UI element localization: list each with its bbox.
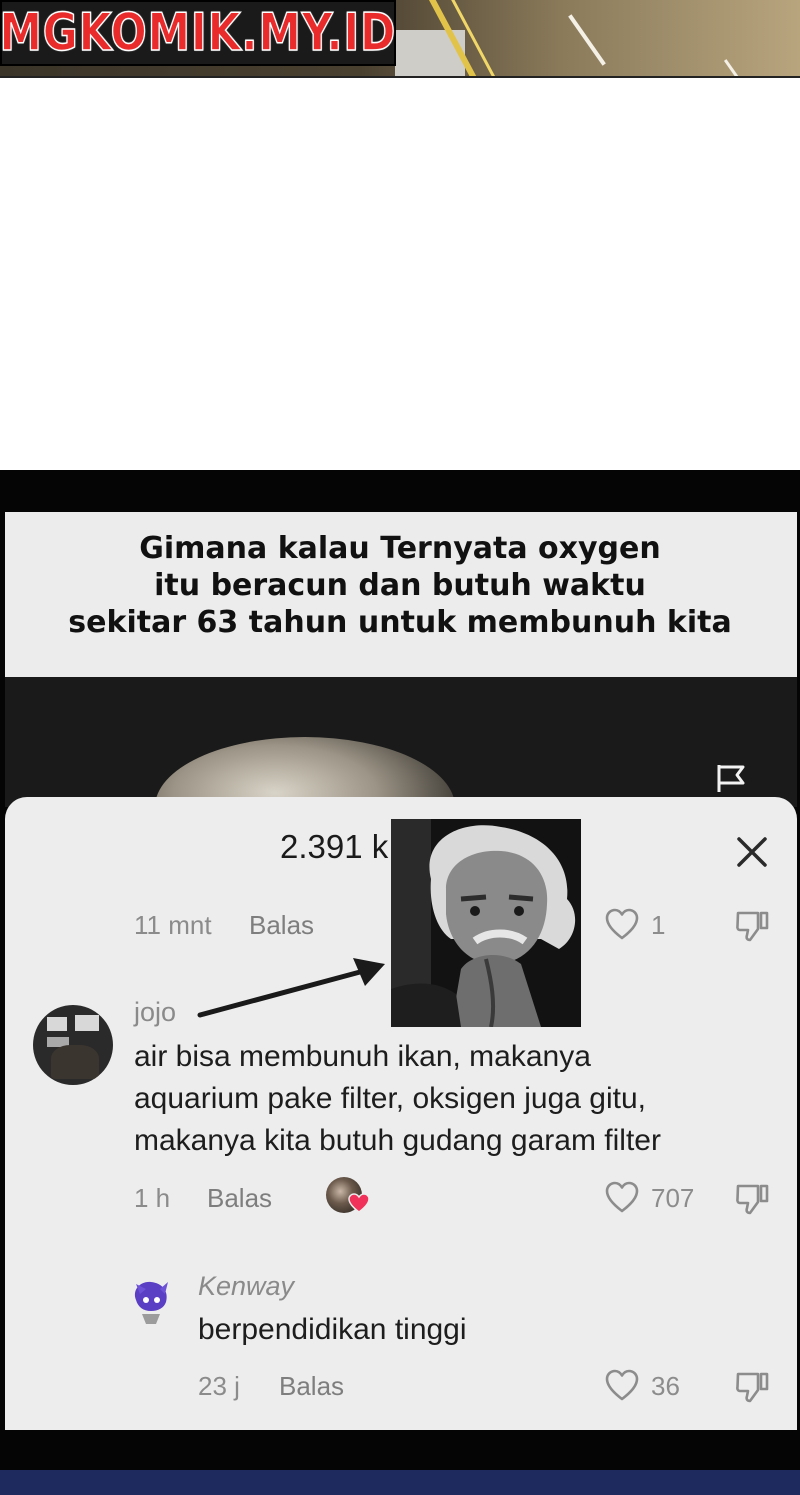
meme-title: Gimana kalau Ternyata oxygen itu beracun… <box>68 531 732 640</box>
comment-username[interactable]: Kenway <box>198 1271 294 1302</box>
avatar[interactable] <box>130 1278 172 1326</box>
watermark-logo: MGKOMIK.MY.ID <box>0 0 396 66</box>
reply-button[interactable]: Balas <box>207 1183 272 1214</box>
thumbs-down-icon[interactable] <box>734 1368 770 1404</box>
like-count: 707 <box>651 1183 695 1213</box>
reply-button[interactable]: Balas <box>249 910 314 941</box>
thumbs-down-icon[interactable] <box>734 907 770 943</box>
heart-icon[interactable] <box>604 907 640 941</box>
heart-icon[interactable] <box>604 1368 640 1402</box>
video-preview[interactable] <box>5 677 797 807</box>
panel-border <box>0 76 800 78</box>
road-dash <box>568 14 606 66</box>
portrait-photo <box>391 819 581 1027</box>
comment-count: 2.391 k <box>280 828 389 865</box>
bottom-bar <box>0 1470 800 1495</box>
thumbs-down-icon[interactable] <box>734 1180 770 1216</box>
arrow-pointer <box>197 958 385 1018</box>
creator-heart-icon <box>348 1193 370 1213</box>
heart-icon[interactable] <box>604 1180 640 1214</box>
comment-text: air bisa membunuh ikan, makanya aquarium… <box>134 1040 661 1157</box>
comment-time: 23 j <box>198 1371 240 1401</box>
like-count: 36 <box>651 1371 680 1401</box>
flag-icon[interactable] <box>714 762 748 794</box>
avatar[interactable] <box>33 1005 113 1085</box>
comment-time: 11 mnt <box>134 910 212 940</box>
comic-panel-strip: MGKOMIK.MY.ID <box>0 0 800 78</box>
watermark-text: MGKOMIK.MY.ID <box>0 3 397 63</box>
like-count: 1 <box>651 910 666 940</box>
close-icon[interactable] <box>732 832 772 872</box>
reply-button[interactable]: Balas <box>279 1371 344 1402</box>
comment-text: berpendidikan tinggi <box>198 1313 467 1346</box>
comment-username[interactable]: jojo <box>134 997 176 1028</box>
comment-time: 1 h <box>134 1183 171 1213</box>
